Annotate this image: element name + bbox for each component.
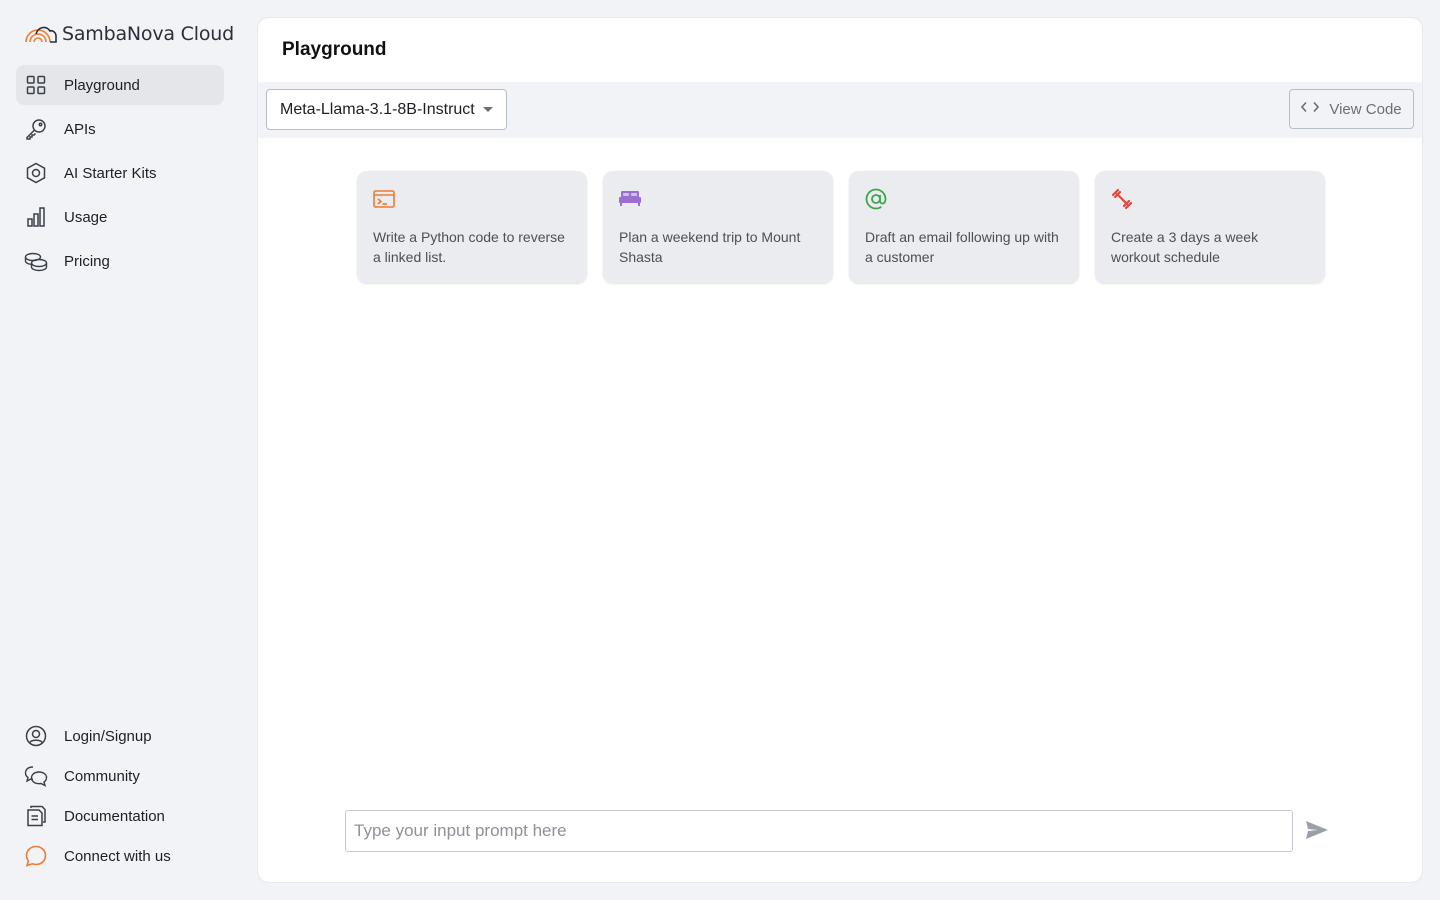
sidebar-item-usage[interactable]: Usage — [16, 197, 224, 237]
sidebar-item-label: Playground — [64, 76, 140, 94]
suggestion-text: Create a 3 days a week workout schedule — [1111, 229, 1259, 265]
sidebar-item-label: Pricing — [64, 252, 110, 270]
view-code-button[interactable]: View Code — [1289, 89, 1414, 129]
suggestion-text: Write a Python code to reverse a linked … — [373, 229, 565, 265]
grid-icon — [24, 73, 48, 97]
page-title: Playground — [282, 39, 387, 60]
document-icon — [24, 804, 48, 828]
sidebar-item-label: APIs — [64, 120, 96, 138]
brand-logo[interactable]: SambaNova Cloud — [24, 22, 234, 46]
suggestion-text: Draft an email following up with a custo… — [865, 229, 1059, 265]
sidebar-item-label: AI Starter Kits — [64, 164, 157, 182]
bed-icon — [619, 187, 643, 211]
sidebar-item-ai-starter-kits[interactable]: AI Starter Kits — [16, 153, 224, 193]
sidebar-item-pricing[interactable]: Pricing — [16, 241, 224, 281]
sidebar-item-playground[interactable]: Playground — [16, 65, 224, 105]
key-icon — [24, 117, 48, 141]
suggestion-card[interactable]: Write a Python code to reverse a linked … — [357, 171, 587, 283]
coins-icon — [24, 249, 48, 273]
sidebar-item-label: Usage — [64, 208, 108, 226]
sidebar-item-label: Login/Signup — [64, 727, 152, 745]
logo-icon — [25, 26, 57, 43]
sidebar-item-login-signup[interactable]: Login/Signup — [16, 716, 224, 756]
prompt-bar — [345, 810, 1328, 852]
brand-name: SambaNova Cloud — [62, 23, 234, 45]
model-select-value: Meta-Llama-3.1-8B-Instruct — [280, 100, 475, 118]
user-circle-icon — [24, 724, 48, 748]
chat-bubbles-icon — [24, 764, 48, 788]
prompt-input[interactable] — [345, 810, 1293, 852]
sidebar-item-label: Connect with us — [64, 847, 171, 865]
suggestion-card[interactable]: Create a 3 days a week workout schedule — [1095, 171, 1325, 283]
main-panel: Playground Meta-Llama-3.1-8B-Instruct Vi… — [257, 17, 1423, 883]
at-sign-icon — [865, 187, 889, 211]
view-code-label: View Code — [1329, 100, 1402, 118]
sidebar-nav: Playground APIs AI Starter Kits Usage Pr… — [16, 65, 224, 285]
suggestion-card[interactable]: Plan a weekend trip to Mount Shasta — [603, 171, 833, 283]
caret-down-icon — [483, 107, 493, 112]
sidebar-item-label: Documentation — [64, 807, 165, 825]
bar-chart-icon — [24, 205, 48, 229]
sidebar: SambaNova Cloud Playground APIs AI Start… — [0, 0, 240, 900]
suggestion-cards: Write a Python code to reverse a linked … — [357, 171, 1325, 283]
sidebar-bottom-nav: Login/Signup Community Documentation Con… — [16, 716, 224, 876]
send-icon[interactable] — [1305, 820, 1329, 844]
hexagon-icon — [24, 161, 48, 185]
sidebar-item-documentation[interactable]: Documentation — [16, 796, 224, 836]
sidebar-item-community[interactable]: Community — [16, 756, 224, 796]
speech-bubble-icon — [24, 844, 48, 868]
sidebar-item-connect-with-us[interactable]: Connect with us — [16, 836, 224, 876]
suggestion-card[interactable]: Draft an email following up with a custo… — [849, 171, 1079, 283]
sidebar-item-apis[interactable]: APIs — [16, 109, 224, 149]
sidebar-item-label: Community — [64, 767, 140, 785]
terminal-icon — [373, 187, 397, 211]
model-select[interactable]: Meta-Llama-3.1-8B-Instruct — [266, 89, 507, 130]
toolbar: Meta-Llama-3.1-8B-Instruct View Code — [258, 82, 1422, 138]
suggestion-text: Plan a weekend trip to Mount Shasta — [619, 229, 801, 265]
dumbbell-icon — [1111, 187, 1135, 211]
code-brackets-icon — [1301, 100, 1320, 118]
